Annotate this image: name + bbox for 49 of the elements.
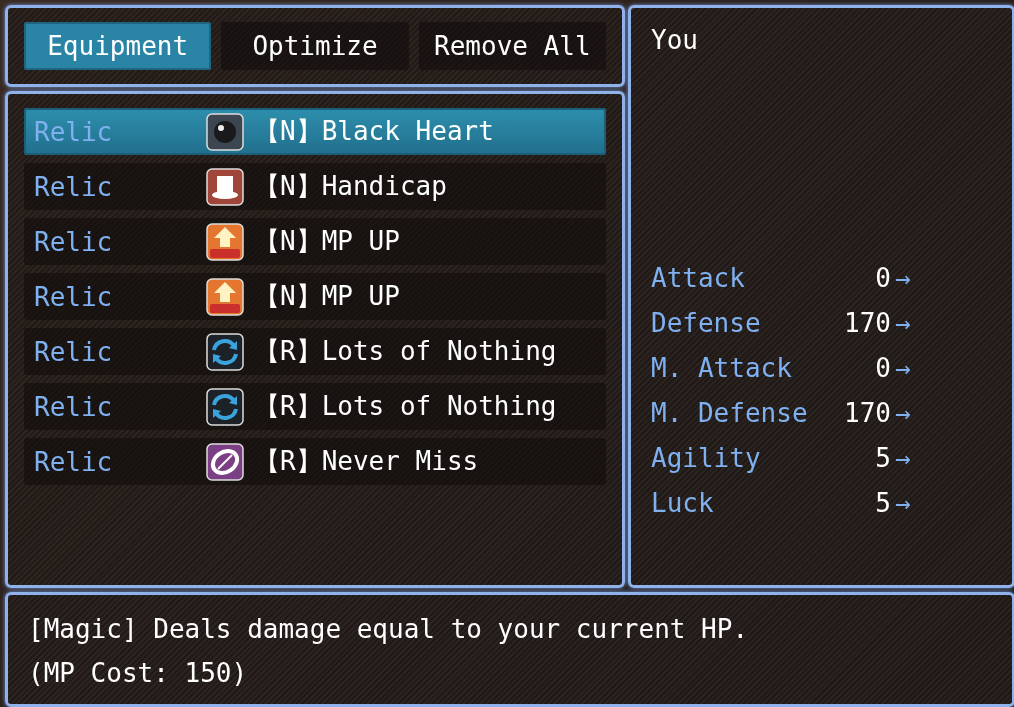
arrow-icon: → (895, 487, 911, 518)
arrow-icon: → (895, 352, 911, 383)
slot-label: Relic (34, 391, 114, 422)
equipment-slot-row[interactable]: Relic 【N】MP UP (24, 218, 606, 265)
arrow-icon: → (895, 442, 911, 473)
stat-value: 5 (874, 442, 891, 473)
item-name: 【N】Handicap (254, 170, 447, 203)
stat-name: M. Attack (651, 352, 793, 383)
item-name: 【N】MP UP (254, 280, 400, 313)
slot-label: Relic (34, 116, 114, 147)
arrow-icon: → (895, 262, 911, 293)
help-text: [Magic] Deals damage equal to your current HP. (28, 613, 750, 646)
stat-name: M. Defense (651, 397, 809, 428)
equipment-slot-row[interactable]: Relic 【R】Lots of Nothing (24, 383, 606, 430)
cycle-arrows-icon (206, 387, 244, 426)
arrow-icon: → (895, 397, 911, 428)
slot-label: Relic (34, 226, 114, 257)
stat-value: 170 (843, 307, 891, 338)
command-tab[interactable]: Optimize (221, 22, 409, 70)
equipment-slot-row[interactable]: Relic 【R】Never Miss (24, 438, 606, 485)
slot-label: Relic (34, 446, 114, 477)
slot-label: Relic (34, 171, 114, 202)
arrow-icon: → (895, 307, 911, 338)
item-name: 【R】Never Miss (254, 445, 479, 478)
cycle-arrows-icon (206, 332, 244, 371)
orb-icon (206, 112, 244, 151)
stat-value: 5 (874, 487, 891, 518)
stat-value: 0 (874, 352, 891, 383)
actor-name: You (651, 25, 699, 55)
equipment-slot-row[interactable]: Relic 【N】MP UP (24, 273, 606, 320)
item-name: 【N】MP UP (254, 225, 400, 258)
stat-name: Luck (651, 487, 715, 518)
command-tab[interactable]: Equipment (24, 22, 212, 70)
item-name: 【R】Lots of Nothing (254, 390, 557, 423)
help-text: (MP Cost: 150) (28, 657, 249, 690)
slot-label: Relic (34, 336, 114, 367)
stat-name: Agility (651, 442, 762, 473)
slot-label: Relic (34, 281, 114, 312)
stat-value: 0 (874, 262, 891, 293)
equipment-slot-row[interactable]: Relic 【R】Lots of Nothing (24, 328, 606, 375)
stat-name: Attack (651, 262, 746, 293)
top-hat-icon (206, 167, 244, 206)
item-name: 【N】Black Heart (254, 115, 494, 148)
equipment-slot-row[interactable]: Relic 【N】Handicap (24, 163, 606, 210)
item-name: 【R】Lots of Nothing (254, 335, 557, 368)
stat-value: 170 (843, 397, 891, 428)
stat-name: Defense (651, 307, 762, 338)
command-tab[interactable]: Remove All (418, 22, 606, 70)
equipment-slot-row[interactable]: Relic 【N】Black Heart (24, 108, 606, 155)
